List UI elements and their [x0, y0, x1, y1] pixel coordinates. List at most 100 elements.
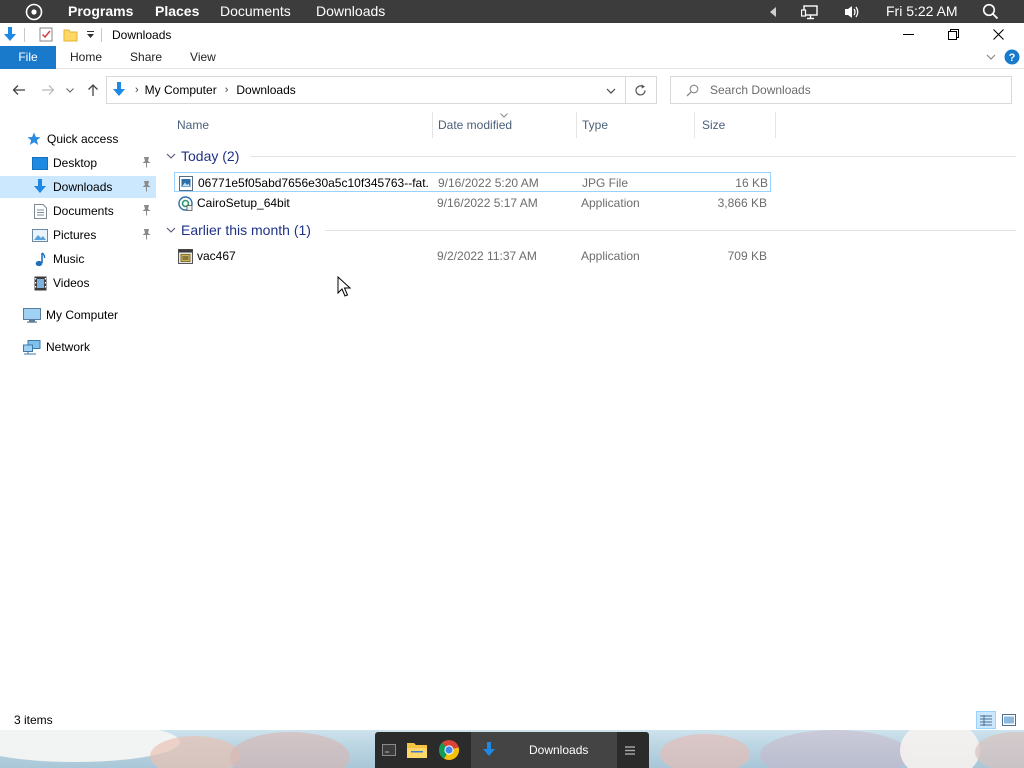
column-header-label: Type	[582, 118, 609, 132]
sidebar-item-desktop[interactable]: Desktop	[0, 152, 156, 174]
dock-chrome-button[interactable]	[433, 732, 465, 768]
file-type: JPG File	[582, 176, 629, 190]
jpg-file-icon	[179, 173, 195, 193]
up-button[interactable]	[82, 78, 104, 102]
new-folder-icon[interactable]	[61, 26, 79, 44]
pin-icon[interactable]	[141, 180, 152, 195]
group-header-today[interactable]: Today (2)	[165, 146, 239, 166]
column-divider[interactable]	[775, 112, 776, 138]
title-separator	[101, 27, 102, 42]
clock[interactable]: Fri 5:22 AM	[886, 3, 958, 19]
sidebar-item-documents[interactable]: Documents	[0, 200, 156, 222]
menu-places[interactable]: Places	[155, 3, 199, 19]
documents-icon	[32, 203, 48, 219]
downloads-icon	[481, 741, 497, 759]
crumb-my-computer[interactable]: My Computer	[145, 83, 217, 97]
group-header-earlier-this-month[interactable]: Earlier this month (1)	[165, 220, 311, 240]
search-icon	[684, 82, 700, 98]
title-bar: Downloads	[0, 23, 1024, 46]
file-size: 3,866 KB	[717, 196, 767, 210]
menu-logo-icon[interactable]	[24, 2, 44, 22]
crumb-arrow-icon[interactable]: ›	[135, 84, 139, 96]
sidebar-item-downloads[interactable]: Downloads	[0, 176, 156, 198]
videos-icon	[32, 275, 48, 291]
downloads-icon	[32, 179, 48, 195]
column-header-size[interactable]: Size	[702, 112, 776, 138]
file-name: 06771e5f05abd7656e30a5c10f345763--fat...	[198, 176, 428, 190]
column-divider[interactable]	[576, 112, 577, 138]
sidebar-item-network[interactable]: Network	[0, 336, 156, 358]
network-icon	[23, 339, 41, 355]
column-divider[interactable]	[432, 112, 433, 138]
column-header-name[interactable]: Name	[177, 112, 432, 138]
column-divider[interactable]	[694, 112, 695, 138]
forward-button[interactable]	[37, 78, 59, 102]
qat-customize-icon[interactable]	[83, 26, 97, 44]
help-icon[interactable]: ?	[1004, 49, 1020, 65]
tab-home[interactable]: Home	[56, 46, 116, 69]
dock-window-label: Downloads	[529, 743, 589, 757]
window-title: Downloads	[112, 27, 172, 42]
group-label: Earlier this month (1)	[181, 222, 311, 238]
menu-documents[interactable]: Documents	[220, 3, 291, 19]
column-header-type[interactable]: Type	[582, 112, 694, 138]
sidebar-item-label: Desktop	[53, 156, 98, 170]
qat-separator	[24, 27, 25, 42]
file-date: 9/16/2022 5:20 AM	[438, 176, 539, 190]
dock-downloads-window-button[interactable]: Downloads	[471, 732, 617, 768]
search-box[interactable]	[670, 76, 1012, 104]
pin-icon[interactable]	[141, 204, 152, 219]
desktop-icon	[32, 155, 48, 171]
nav-quick-access-label: Quick access	[47, 132, 119, 146]
nav-quick-access[interactable]: Quick access	[26, 128, 156, 150]
file-name: CairoSetup_64bit	[197, 196, 290, 210]
sidebar-item-label: Downloads	[53, 180, 113, 194]
sidebar-item-label: Music	[53, 252, 85, 266]
details-view-button[interactable]	[976, 711, 996, 729]
sidebar-item-my-computer[interactable]: My Computer	[0, 304, 156, 326]
properties-icon[interactable]	[37, 26, 55, 44]
downloads-folder-icon	[2, 26, 18, 43]
back-button[interactable]	[8, 78, 30, 102]
status-item-count: 3 items	[14, 712, 53, 727]
address-bar[interactable]: › My Computer › Downloads	[106, 76, 626, 104]
ribbon-tabs: File Home Share View ?	[0, 45, 1024, 69]
menu-programs[interactable]: Programs	[68, 3, 133, 19]
search-tray-icon[interactable]	[980, 2, 1000, 21]
pin-icon[interactable]	[141, 228, 152, 243]
dock-menu-button[interactable]	[619, 732, 641, 768]
music-icon	[32, 251, 48, 267]
file-row[interactable]: vac467 9/2/2022 11:37 AM Application 709…	[174, 246, 771, 266]
network-tray-icon[interactable]	[800, 3, 820, 20]
column-header-label: Name	[177, 118, 210, 132]
address-dropdown-icon[interactable]	[605, 86, 617, 96]
recent-locations-button[interactable]	[62, 78, 78, 102]
tab-file[interactable]: File	[0, 45, 56, 69]
dock-files-button[interactable]	[401, 732, 433, 768]
close-button[interactable]	[976, 23, 1021, 46]
tray-collapse-icon[interactable]	[767, 5, 779, 18]
minimize-button[interactable]	[886, 23, 931, 46]
top-panel: Programs Places Documents Downloads Fri …	[0, 0, 1024, 23]
restore-button[interactable]	[931, 23, 976, 46]
crumb-downloads[interactable]: Downloads	[236, 83, 295, 97]
file-row[interactable]: CairoSetup_64bit 9/16/2022 5:17 AM Appli…	[174, 193, 771, 213]
crumb-arrow-icon[interactable]: ›	[225, 84, 229, 96]
expand-ribbon-icon[interactable]	[984, 50, 998, 64]
volume-tray-icon[interactable]	[842, 3, 862, 20]
sidebar-item-music[interactable]: Music	[0, 248, 156, 270]
group-collapse-icon[interactable]	[165, 150, 177, 162]
sidebar-item-pictures[interactable]: Pictures	[0, 224, 156, 246]
sidebar-item-videos[interactable]: Videos	[0, 272, 156, 294]
tab-share[interactable]: Share	[116, 46, 176, 69]
search-input[interactable]	[708, 82, 998, 98]
group-collapse-icon[interactable]	[165, 224, 177, 236]
dock-terminal-button[interactable]	[377, 732, 401, 768]
large-icons-view-button[interactable]	[999, 711, 1019, 729]
refresh-button[interactable]	[625, 76, 657, 104]
file-name: vac467	[197, 249, 236, 263]
file-row[interactable]: 06771e5f05abd7656e30a5c10f345763--fat...…	[174, 172, 771, 192]
pin-icon[interactable]	[141, 156, 152, 171]
menu-downloads[interactable]: Downloads	[316, 3, 385, 19]
tab-view[interactable]: View	[176, 46, 230, 69]
